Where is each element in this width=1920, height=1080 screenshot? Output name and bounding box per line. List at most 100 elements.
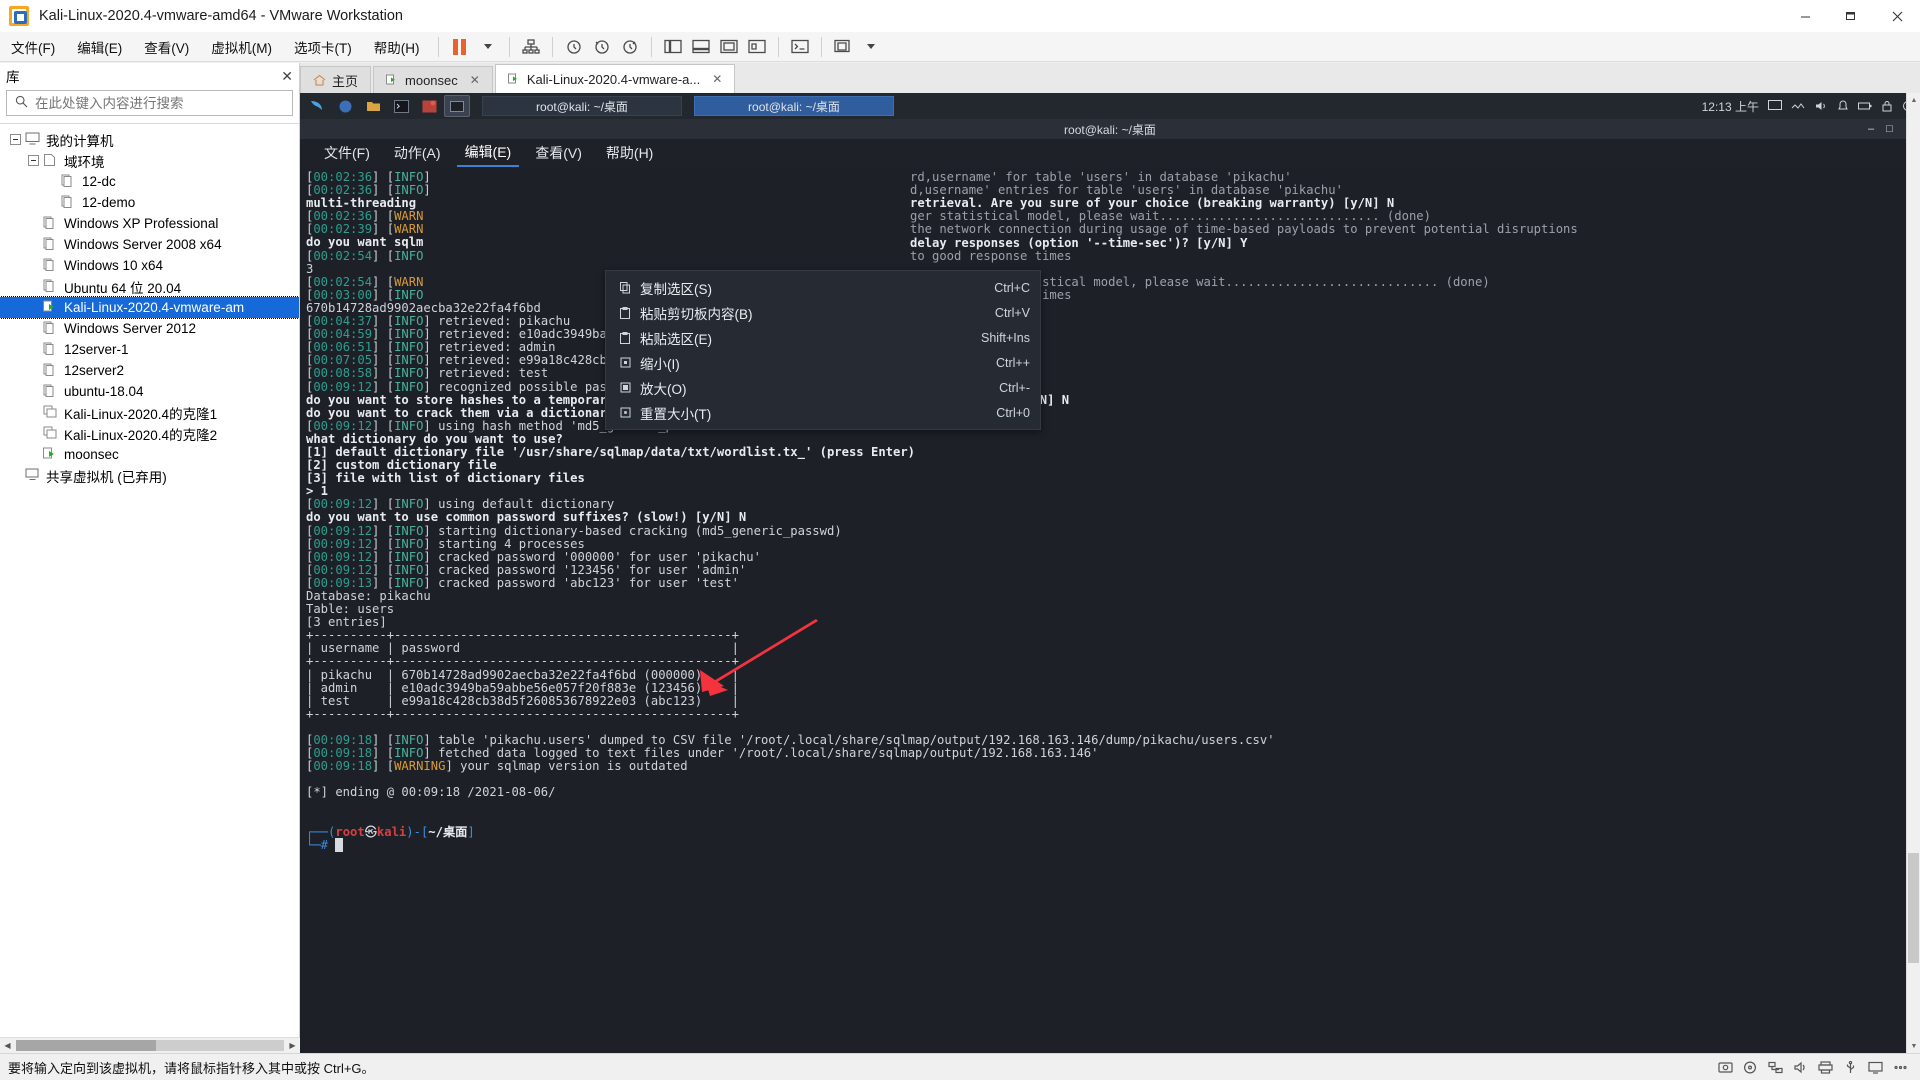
tab-moonsec[interactable]: moonsec ✕ bbox=[373, 66, 493, 93]
tree-item[interactable]: Kali-Linux-2020.4的克隆1 bbox=[0, 402, 299, 423]
stretch-guest-icon[interactable] bbox=[829, 35, 857, 59]
display-icon[interactable] bbox=[1768, 100, 1782, 112]
hdd-icon[interactable] bbox=[1717, 1060, 1733, 1074]
terminal-maximize-button[interactable]: □ bbox=[1886, 123, 1893, 135]
minimize-button[interactable] bbox=[1782, 0, 1828, 32]
tree-item[interactable]: Windows Server 2012 bbox=[0, 318, 299, 339]
terminal-segment: ] your sqlmap version is outdated bbox=[445, 759, 688, 774]
term-menu-view[interactable]: 查看(V) bbox=[527, 140, 590, 166]
tree-item[interactable]: 12server-1 bbox=[0, 339, 299, 360]
menuitem-paste-clipboard[interactable]: 粘贴剪切板内容(B) Ctrl+V bbox=[606, 300, 1040, 325]
console-vscrollbar[interactable]: ▲ ▼ bbox=[1906, 93, 1920, 1053]
usb-icon[interactable] bbox=[1842, 1060, 1858, 1074]
taskbar-window-1[interactable]: root@kali: ~/桌面 bbox=[482, 96, 682, 116]
search-input[interactable] bbox=[35, 95, 292, 111]
tree-item[interactable]: Windows 10 x64 bbox=[0, 255, 299, 276]
firefox-icon[interactable] bbox=[332, 95, 358, 117]
tree-item[interactable]: Ubuntu 64 位 20.04 bbox=[0, 276, 299, 297]
taskbar-window-2[interactable]: root@kali: ~/桌面 bbox=[694, 96, 894, 116]
printer-icon[interactable] bbox=[1817, 1060, 1833, 1074]
tab-home[interactable]: 主页 bbox=[300, 66, 372, 93]
terminal-prompt-line-2[interactable]: └─# bbox=[306, 837, 1920, 852]
tree-item[interactable]: Windows XP Professional bbox=[0, 213, 299, 234]
menuitem-reset-size[interactable]: 重置大小(T) Ctrl+0 bbox=[606, 400, 1040, 425]
manage-snapshot-icon[interactable] bbox=[616, 35, 644, 59]
scroll-up-icon[interactable]: ▲ bbox=[1907, 93, 1920, 107]
edit-dropdown-menu[interactable]: 复制选区(S) Ctrl+C 粘贴剪切板内容(B) Ctrl+V 粘贴选区(E) Shif… bbox=[605, 270, 1041, 430]
chevron-down-icon[interactable] bbox=[474, 35, 502, 59]
menu-file[interactable]: 文件(F) bbox=[0, 33, 66, 61]
fullscreen-icon[interactable] bbox=[715, 35, 743, 59]
take-snapshot-icon[interactable] bbox=[588, 35, 616, 59]
terminal-segment: WARN bbox=[394, 209, 424, 224]
menu-view[interactable]: 查看(V) bbox=[133, 33, 200, 61]
menu-edit[interactable]: 编辑(E) bbox=[66, 33, 133, 61]
menu-help[interactable]: 帮助(H) bbox=[363, 33, 431, 61]
tree-item[interactable]: Kali-Linux-2020.4-vmware-am bbox=[0, 296, 299, 319]
terminal-minimize-button[interactable]: – bbox=[1868, 123, 1874, 135]
term-menu-action[interactable]: 动作(A) bbox=[386, 140, 449, 166]
restore-button[interactable] bbox=[1828, 0, 1874, 32]
close-button[interactable] bbox=[1874, 0, 1920, 32]
tree-item[interactable]: 12-dc bbox=[0, 171, 299, 192]
unity-mode-icon[interactable] bbox=[743, 35, 771, 59]
scroll-left-icon[interactable]: ◀ bbox=[0, 1038, 15, 1053]
tree-item[interactable]: ubuntu-18.04 bbox=[0, 381, 299, 402]
library-search[interactable] bbox=[6, 90, 293, 116]
tree-item[interactable]: moonsec bbox=[0, 444, 299, 465]
active-window-icon[interactable] bbox=[444, 95, 470, 117]
apps-icon[interactable] bbox=[416, 95, 442, 117]
tree-expander-icon[interactable] bbox=[28, 155, 39, 166]
console-view-icon[interactable] bbox=[786, 35, 814, 59]
library-tree[interactable]: 我的计算机 域环境 12-dc 12-demo Windows XP Professio… bbox=[0, 123, 299, 1011]
tree-item[interactable]: 我的计算机 bbox=[0, 129, 299, 150]
tree-item[interactable]: 12-demo bbox=[0, 192, 299, 213]
stretch-chevron-down-icon[interactable] bbox=[857, 35, 885, 59]
network-icon[interactable] bbox=[1767, 1060, 1783, 1074]
kali-menu-icon[interactable] bbox=[304, 95, 330, 117]
pause-icon[interactable] bbox=[446, 35, 474, 59]
tree-item[interactable]: Windows Server 2008 x64 bbox=[0, 234, 299, 255]
tree-item[interactable]: 共享虚拟机 (已弃用) bbox=[0, 465, 299, 486]
scroll-track[interactable] bbox=[16, 1040, 284, 1051]
cd-icon[interactable] bbox=[1742, 1060, 1758, 1074]
revert-snapshot-icon[interactable] bbox=[560, 35, 588, 59]
sound-icon[interactable] bbox=[1792, 1060, 1808, 1074]
menu-tabs[interactable]: 选项卡(T) bbox=[283, 33, 363, 61]
volume-icon[interactable] bbox=[1814, 100, 1828, 112]
tree-item[interactable]: 12server2 bbox=[0, 360, 299, 381]
lock-icon[interactable] bbox=[1881, 100, 1893, 112]
vm-console[interactable]: root@kali: ~/桌面 root@kali: ~/桌面 12:13 上午… bbox=[300, 93, 1920, 1053]
display-icon[interactable] bbox=[1867, 1060, 1883, 1074]
library-hscrollbar[interactable]: ◀ ▶ bbox=[0, 1037, 300, 1053]
battery-icon[interactable] bbox=[1858, 100, 1872, 112]
menu-vm[interactable]: 虚拟机(M) bbox=[200, 33, 283, 61]
menuitem-copy-selection[interactable]: 复制选区(S) Ctrl+C bbox=[606, 275, 1040, 300]
snapshot-manager-icon[interactable] bbox=[517, 35, 545, 59]
tree-expander-icon[interactable] bbox=[10, 134, 21, 145]
show-library-icon[interactable] bbox=[659, 35, 687, 59]
menuitem-zoom-out[interactable]: 缩小(I) Ctrl++ bbox=[606, 350, 1040, 375]
menuitem-paste-selection[interactable]: 粘贴选区(E) Shift+Ins bbox=[606, 325, 1040, 350]
terminal-output[interactable]: rd,username' for table 'users' in databa… bbox=[300, 167, 1920, 1053]
term-menu-help[interactable]: 帮助(H) bbox=[598, 140, 661, 166]
show-thumbnail-icon[interactable] bbox=[687, 35, 715, 59]
network-icon[interactable] bbox=[1791, 100, 1805, 112]
close-icon[interactable]: ✕ bbox=[281, 68, 293, 85]
terminal-icon[interactable] bbox=[388, 95, 414, 117]
tree-item[interactable]: Kali-Linux-2020.4的克隆2 bbox=[0, 423, 299, 444]
scroll-thumb[interactable] bbox=[16, 1040, 156, 1051]
scroll-down-icon[interactable]: ▼ bbox=[1907, 1039, 1920, 1053]
term-menu-edit[interactable]: 编辑(E) bbox=[456, 139, 520, 167]
more-icon[interactable] bbox=[1892, 1060, 1908, 1074]
console-scroll-thumb[interactable] bbox=[1908, 853, 1919, 963]
tree-item[interactable]: 域环境 bbox=[0, 150, 299, 171]
tab-close-icon[interactable]: ✕ bbox=[470, 73, 480, 87]
scroll-right-icon[interactable]: ▶ bbox=[285, 1038, 300, 1053]
tab-close-icon[interactable]: ✕ bbox=[712, 72, 722, 86]
tab-kali[interactable]: Kali-Linux-2020.4-vmware-a... ✕ bbox=[494, 64, 736, 93]
term-menu-file[interactable]: 文件(F) bbox=[316, 140, 378, 166]
menuitem-zoom-in[interactable]: 放大(O) Ctrl+- bbox=[606, 375, 1040, 400]
files-icon[interactable] bbox=[360, 95, 386, 117]
bell-icon[interactable] bbox=[1837, 100, 1849, 112]
